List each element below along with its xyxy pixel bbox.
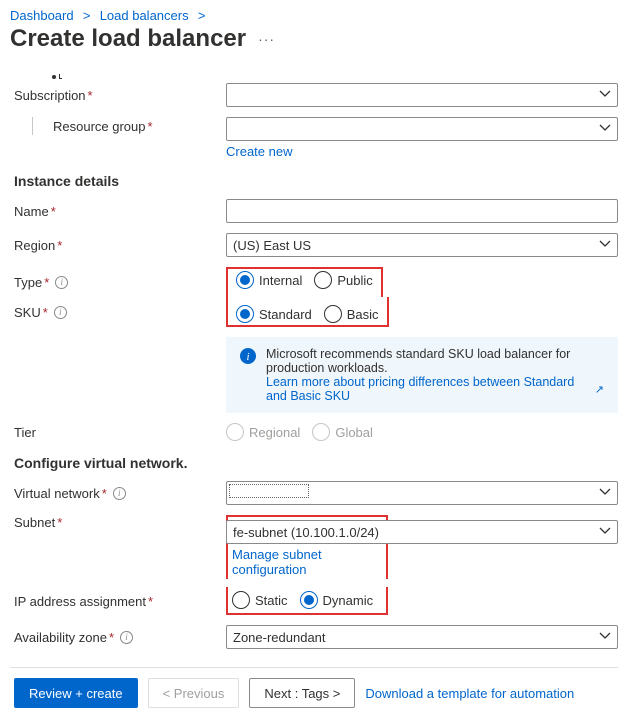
type-radio-public[interactable]: Public: [314, 271, 372, 289]
next-button[interactable]: Next : Tags >: [249, 678, 355, 708]
breadcrumb-sep: >: [79, 8, 94, 23]
subscription-label: Subscription*: [14, 88, 226, 103]
resource-group-select[interactable]: [226, 117, 618, 141]
chevron-down-icon: [599, 525, 611, 540]
radio-selected-icon: [300, 591, 318, 609]
chevron-down-icon: [599, 88, 611, 103]
type-label: Type* i: [14, 275, 226, 290]
chevron-down-icon: [599, 486, 611, 501]
download-template-link[interactable]: Download a template for automation: [365, 686, 574, 701]
subnet-label: Subnet*: [14, 515, 226, 530]
info-text: Microsoft recommends standard SKU load b…: [266, 347, 604, 375]
breadcrumb-load-balancers[interactable]: Load balancers: [100, 8, 189, 23]
breadcrumb-dashboard[interactable]: Dashboard: [10, 8, 74, 23]
virtual-network-select[interactable]: [226, 481, 618, 505]
external-link-icon: ↗: [595, 383, 604, 396]
breadcrumb-sep: >: [194, 8, 205, 23]
sku-radio-basic[interactable]: Basic: [324, 305, 379, 323]
name-label: Name*: [14, 204, 226, 219]
radio-icon: [226, 423, 244, 441]
chevron-down-icon: [599, 238, 611, 253]
radio-icon: [232, 591, 250, 609]
sku-label: SKU* i: [14, 305, 226, 320]
region-select[interactable]: (US) East US: [226, 233, 618, 257]
previous-button: < Previous: [148, 678, 240, 708]
partial-text: [52, 71, 618, 79]
virtual-network-label: Virtual network* i: [14, 486, 226, 501]
highlight-box: Internal Public: [226, 267, 383, 297]
info-icon[interactable]: i: [55, 276, 68, 289]
subscription-select[interactable]: [226, 83, 618, 107]
instance-details-heading: Instance details: [14, 173, 618, 189]
radio-icon: [314, 271, 332, 289]
create-new-link[interactable]: Create new: [226, 144, 292, 159]
name-input[interactable]: [226, 199, 618, 223]
radio-icon: [312, 423, 330, 441]
sku-radio-standard[interactable]: Standard: [236, 305, 312, 323]
highlight-box: Standard Basic: [226, 297, 389, 327]
overflow-menu-icon[interactable]: ···: [258, 31, 275, 47]
radio-icon: [324, 305, 342, 323]
chevron-down-icon: [599, 630, 611, 645]
radio-selected-icon: [236, 305, 254, 323]
sku-info-box: i Microsoft recommends standard SKU load…: [226, 337, 618, 413]
type-radio-internal[interactable]: Internal: [236, 271, 302, 289]
info-icon[interactable]: i: [120, 631, 133, 644]
review-create-button[interactable]: Review + create: [14, 678, 138, 708]
ip-radio-static[interactable]: Static: [232, 591, 288, 609]
availability-zone-select[interactable]: Zone-redundant: [226, 625, 618, 649]
tier-label: Tier: [14, 425, 226, 440]
configure-vnet-heading: Configure virtual network.: [14, 455, 618, 471]
manage-subnet-link[interactable]: Manage subnet configuration: [232, 547, 382, 577]
tier-radio-regional: Regional: [226, 423, 300, 441]
chevron-down-icon: [599, 122, 611, 137]
availability-zone-label: Availability zone* i: [14, 630, 226, 645]
ip-assignment-label: IP address assignment*: [14, 594, 226, 609]
breadcrumb: Dashboard > Load balancers >: [10, 8, 618, 23]
radio-selected-icon: [236, 271, 254, 289]
svg-text:i: i: [246, 351, 249, 363]
info-icon[interactable]: i: [113, 487, 126, 500]
ip-radio-dynamic[interactable]: Dynamic: [300, 591, 374, 609]
region-label: Region*: [14, 238, 226, 253]
resource-group-label: Resource group*: [32, 117, 226, 135]
info-solid-icon: i: [240, 348, 256, 364]
page-title: Create load balancer: [10, 25, 246, 53]
info-link[interactable]: Learn more about pricing differences bet…: [266, 375, 604, 403]
tier-radio-global: Global: [312, 423, 373, 441]
subnet-select[interactable]: fe-subnet (10.100.1.0/24): [226, 520, 618, 544]
info-icon[interactable]: i: [54, 306, 67, 319]
